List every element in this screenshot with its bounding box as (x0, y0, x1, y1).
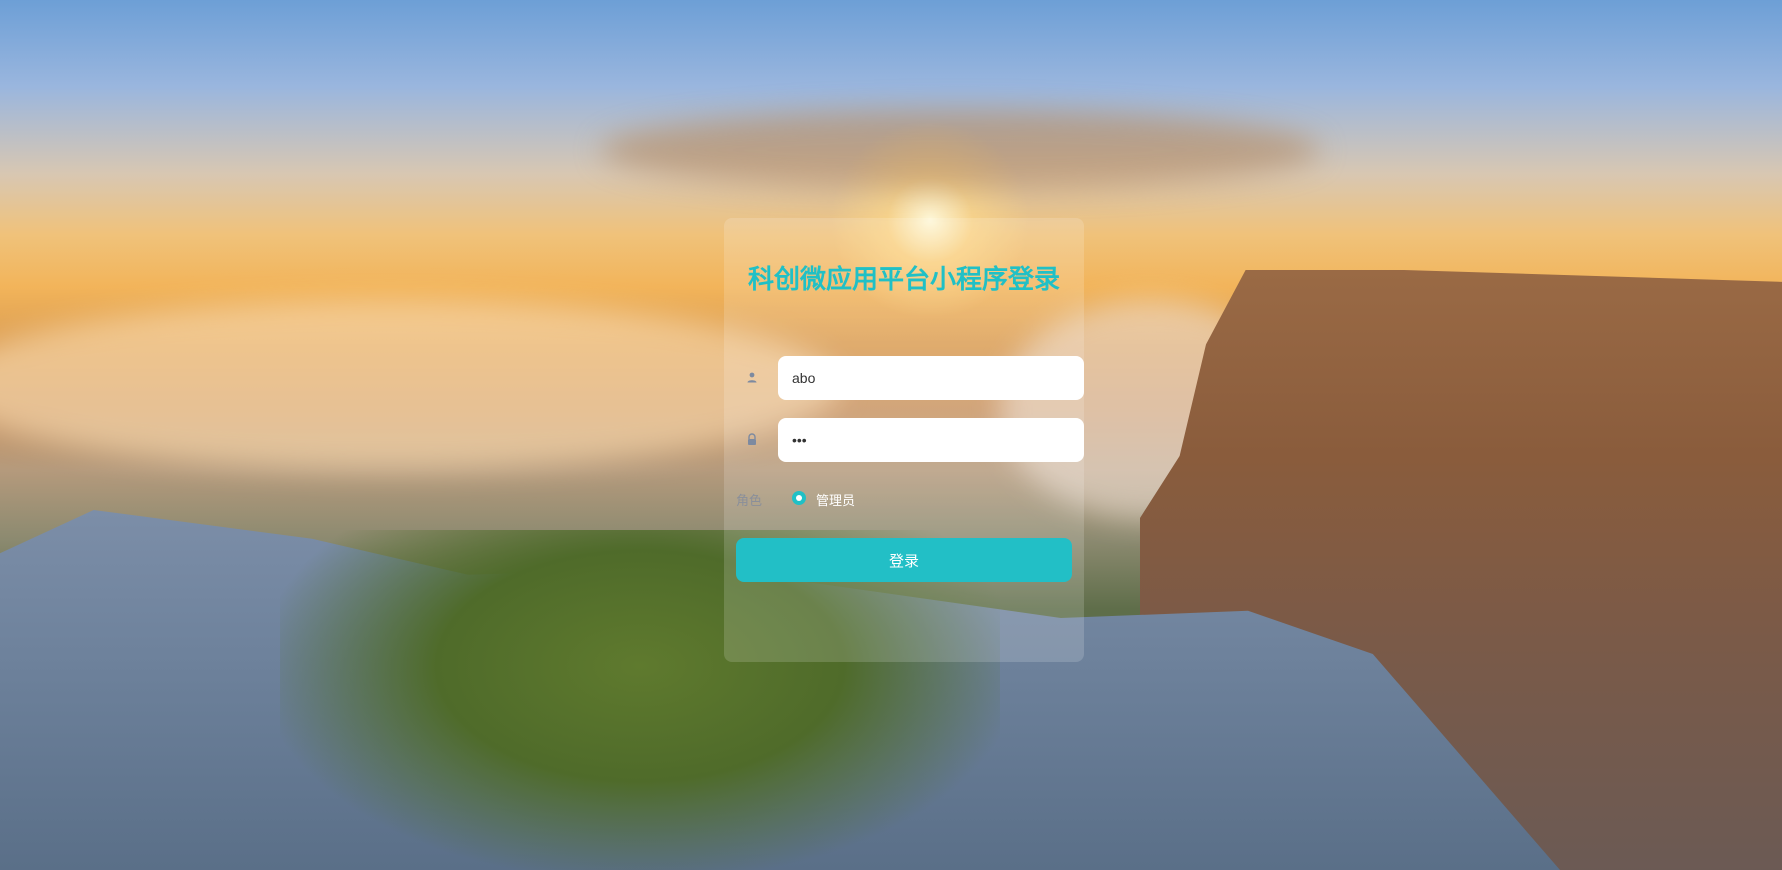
lock-icon (744, 432, 760, 448)
cloud-layer (0, 300, 840, 470)
username-input[interactable] (778, 356, 1084, 400)
username-row (736, 356, 1084, 400)
password-input[interactable] (778, 418, 1084, 462)
role-selector: 角色 管理员 (736, 488, 1072, 509)
login-button[interactable]: 登录 (736, 538, 1072, 582)
role-option-label[interactable]: 管理员 (816, 490, 855, 509)
role-radio-admin[interactable] (792, 491, 806, 505)
password-row (736, 418, 1084, 462)
user-icon (744, 370, 760, 386)
cloud-layer (600, 110, 1320, 190)
login-card: 科创微应用平台小程序登录 角色 管理员 登录 (724, 218, 1084, 662)
page-title: 科创微应用平台小程序登录 (747, 265, 1060, 295)
role-label: 角色 (736, 494, 763, 509)
